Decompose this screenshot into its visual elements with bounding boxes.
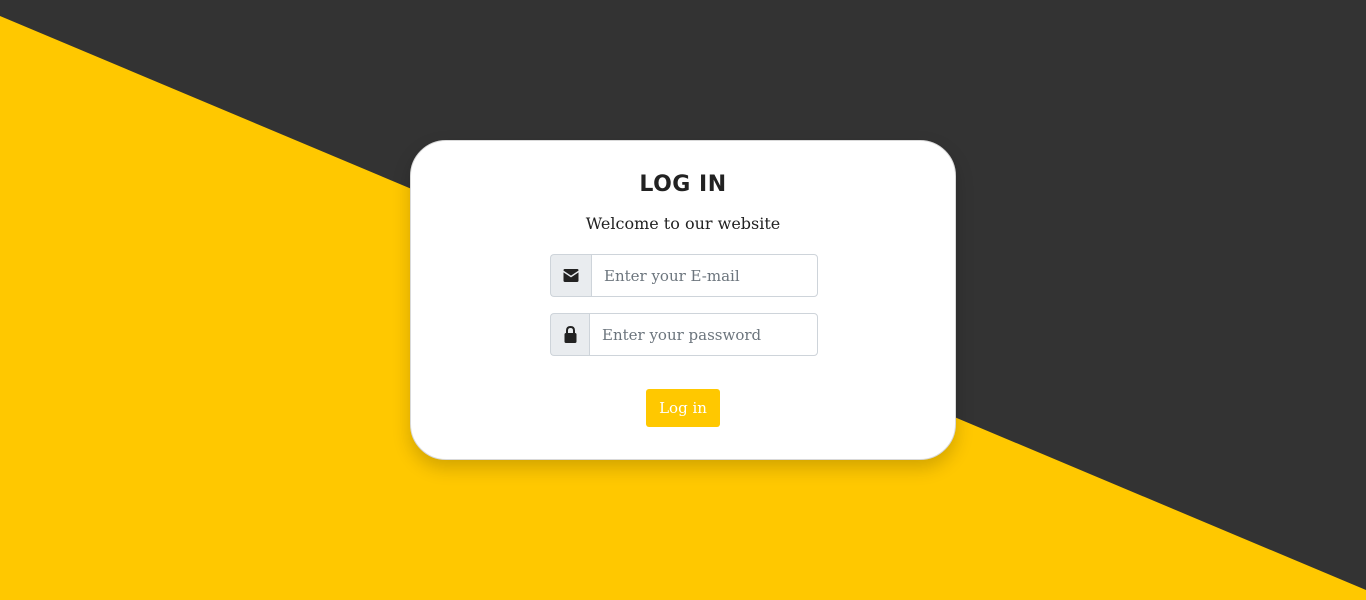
email-field[interactable] — [591, 254, 818, 297]
lock-icon — [550, 313, 589, 356]
password-field[interactable] — [589, 313, 818, 356]
password-input-group — [550, 313, 818, 356]
email-input-group — [550, 254, 818, 297]
login-button[interactable]: Log in — [646, 389, 720, 427]
login-card: LOG IN Welcome to our website Log in — [410, 140, 956, 460]
page-title: LOG IN — [639, 172, 727, 197]
welcome-subtitle: Welcome to our website — [585, 214, 781, 233]
envelope-icon — [550, 254, 591, 297]
